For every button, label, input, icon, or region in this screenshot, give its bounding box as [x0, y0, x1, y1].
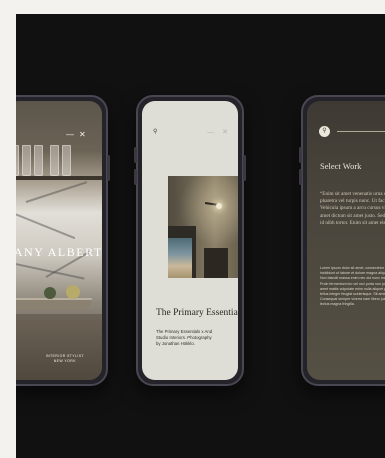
search-icon[interactable]: ⚲ [319, 126, 330, 137]
search-icon[interactable]: ⚲ [153, 129, 157, 135]
screen-middle: ⚲ — ✕ The Primary Essentials The Primary… [142, 101, 238, 380]
phone-right: ⚲ Select Work “Enim sit amet venenatis u… [299, 95, 385, 386]
side-button [243, 155, 246, 181]
glass-image [62, 145, 71, 176]
bedroom-photo[interactable] [168, 176, 238, 278]
quote-paragraph: “Enim sit amet venenatis urna cursus ege… [320, 191, 385, 226]
volume-button [134, 147, 137, 163]
header-divider [337, 131, 385, 132]
minimize-icon[interactable]: — [66, 131, 74, 139]
project-title[interactable]: The Primary Essentials [156, 308, 238, 318]
screen-right: ⚲ Select Work “Enim sit amet venenatis u… [307, 101, 385, 380]
glass-image [50, 145, 59, 176]
bedding [168, 238, 192, 278]
project-caption: The Primary Essentials x And Studio Inte… [156, 329, 213, 346]
phone-left: TANY ALBERT — ✕ INTERIOR STYLIST NEW YOR… [16, 95, 110, 386]
side-button [107, 155, 110, 181]
glass-image [34, 145, 43, 176]
glass-image [16, 145, 19, 176]
section-title: Select Work [320, 161, 362, 171]
phone-middle: ⚲ — ✕ The Primary Essentials The Primary… [134, 95, 246, 386]
marble-vein [25, 181, 88, 203]
volume-button [134, 169, 137, 185]
body-paragraph: Lorem ipsum dolor sit amet, consectetur … [320, 266, 385, 307]
fruit-image [44, 287, 56, 299]
bowl-image [16, 298, 92, 310]
mockup-backdrop: TANY ALBERT — ✕ INTERIOR STYLIST NEW YOR… [16, 14, 385, 458]
marble-vein [16, 211, 76, 240]
footer-credit: INTERIOR STYLIST NEW YORK [46, 354, 84, 364]
volume-button [299, 147, 302, 163]
fruit-image [66, 285, 80, 299]
glass-image [22, 145, 31, 176]
screen-left: TANY ALBERT — ✕ INTERIOR STYLIST NEW YOR… [16, 101, 102, 380]
marble-vein [16, 261, 85, 280]
nightstand [204, 248, 228, 278]
counter-image [16, 314, 102, 380]
window-controls[interactable]: — ✕ [207, 128, 231, 136]
close-icon[interactable]: ✕ [79, 131, 86, 139]
volume-button [299, 169, 302, 185]
shelf-image [16, 176, 102, 180]
lamp-icon [216, 203, 222, 209]
brand-name: TANY ALBERT [16, 245, 102, 259]
footer-line: NEW YORK [53, 359, 76, 363]
